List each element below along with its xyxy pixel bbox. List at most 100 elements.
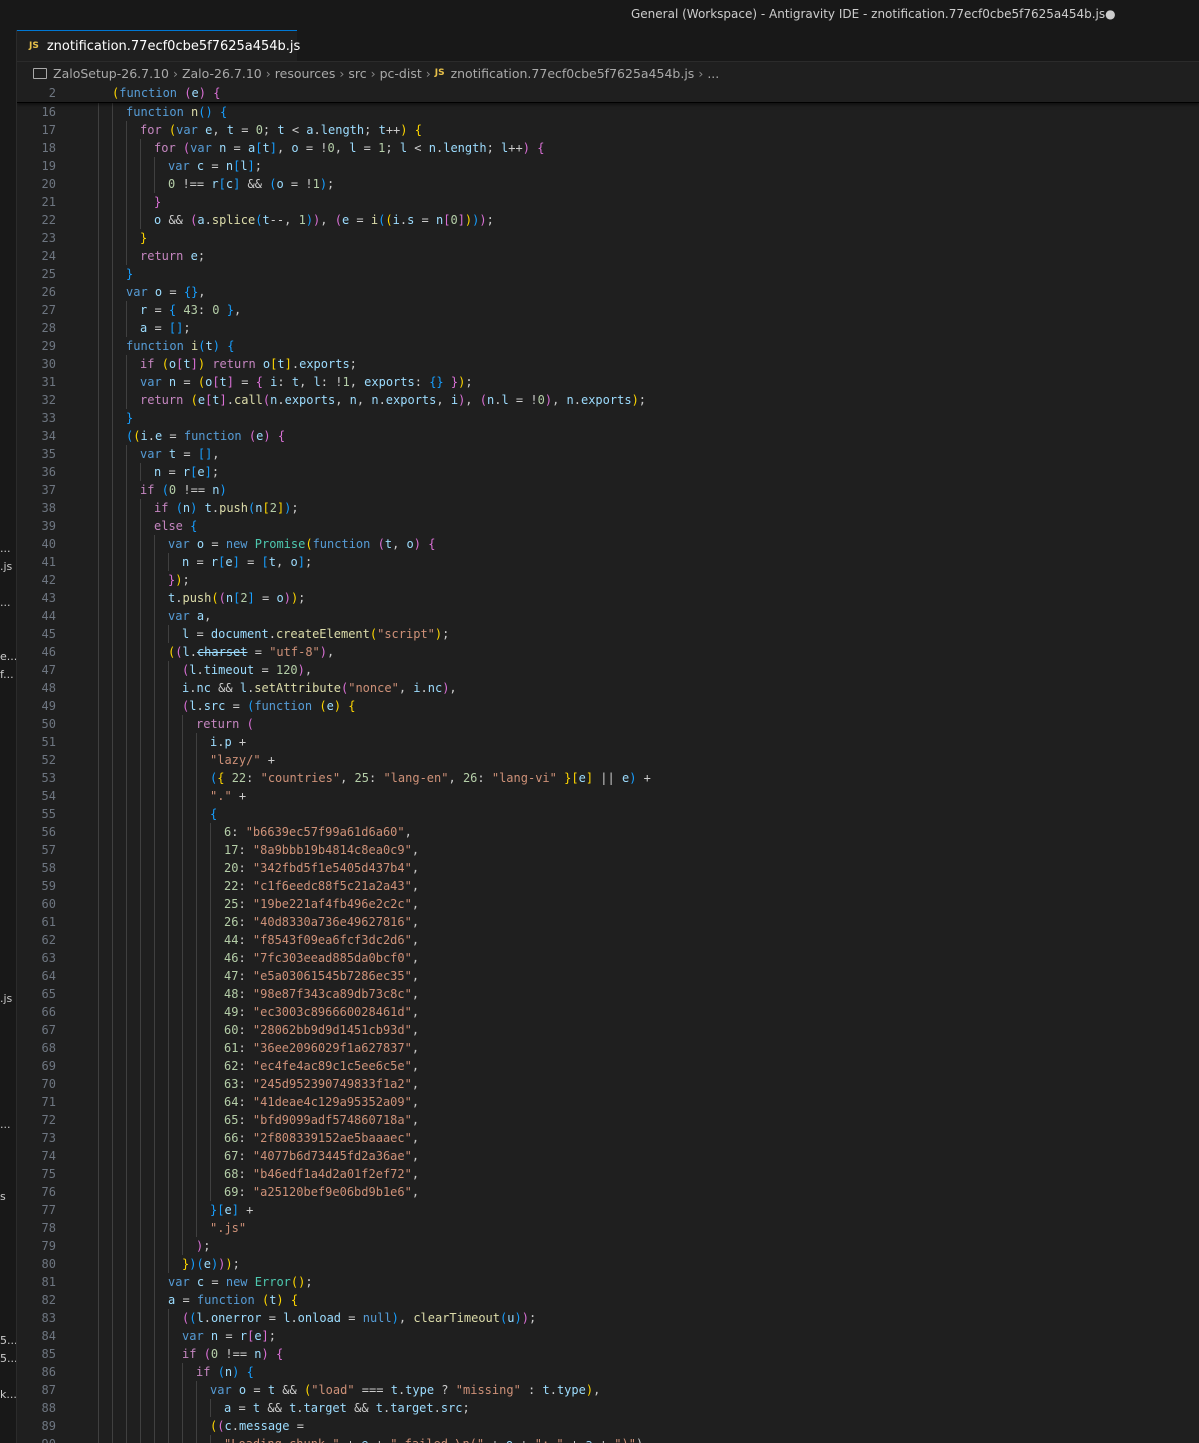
code-text[interactable]: 63: "245d952390749833f1a2", [224, 1075, 419, 1093]
line-number[interactable]: 34 [17, 427, 56, 445]
line-number[interactable]: 36 [17, 463, 56, 481]
sticky-scroll-header[interactable]: 2 (function (e) { [17, 84, 1199, 103]
line-number[interactable]: 17 [17, 121, 56, 139]
code-line[interactable]: 43 t.push((n[2] = o)); [17, 589, 1199, 607]
line-number[interactable]: 30 [17, 355, 56, 373]
code-text[interactable]: var n = r[e]; [182, 1327, 276, 1345]
code-text[interactable]: } [140, 229, 147, 247]
code-line[interactable]: 60 25: "19be221af4fb496e2c2c", [17, 895, 1199, 913]
line-number[interactable]: 48 [17, 679, 56, 697]
code-text[interactable]: } [126, 265, 133, 283]
code-text[interactable]: var c = n[l]; [168, 157, 262, 175]
code-text[interactable]: } [154, 193, 161, 211]
code-text[interactable]: 69: "a25120bef9e06bd9b1e6", [224, 1183, 419, 1201]
breadcrumb-item[interactable]: src [348, 66, 366, 81]
line-number[interactable]: 20 [17, 175, 56, 193]
code-line[interactable]: 40 var o = new Promise(function (t, o) { [17, 535, 1199, 553]
line-number[interactable]: 58 [17, 859, 56, 877]
code-line[interactable]: 82 a = function (t) { [17, 1291, 1199, 1309]
code-line[interactable]: 53 ({ 22: "countries", 25: "lang-en", 26:… [17, 769, 1199, 787]
line-number[interactable]: 26 [17, 283, 56, 301]
line-number[interactable]: 68 [17, 1039, 56, 1057]
code-text[interactable]: { [210, 805, 217, 823]
code-line[interactable]: 38 if (n) t.push(n[2]); [17, 499, 1199, 517]
line-number[interactable]: 18 [17, 139, 56, 157]
code-line[interactable]: 89 ((c.message = [17, 1417, 1199, 1435]
code-text[interactable]: if (0 !== n) [140, 481, 227, 499]
code-line[interactable]: 27 r = { 43: 0 }, [17, 301, 1199, 319]
code-line[interactable]: 76 69: "a25120bef9e06bd9b1e6", [17, 1183, 1199, 1201]
code-line[interactable]: 35 var t = [], [17, 445, 1199, 463]
code-text[interactable]: ".js" [210, 1219, 246, 1237]
code-line[interactable]: 22 o && (a.splice(t--, 1)), (e = i((i.s =… [17, 211, 1199, 229]
code-line[interactable]: 33} [17, 409, 1199, 427]
line-number[interactable]: 46 [17, 643, 56, 661]
code-text[interactable]: 66: "2f808339152ae5baaaec", [224, 1129, 419, 1147]
line-number[interactable]: 86 [17, 1363, 56, 1381]
code-lines[interactable]: 16 function n() {17 for (var e, t = 0; t <… [17, 103, 1199, 1443]
line-number[interactable]: 87 [17, 1381, 56, 1399]
code-line[interactable]: 49 (l.src = (function (e) { [17, 697, 1199, 715]
line-number[interactable]: 45 [17, 625, 56, 643]
line-number[interactable]: 70 [17, 1075, 56, 1093]
code-text[interactable]: var o = {}, [126, 283, 206, 301]
code-line[interactable]: 84 var n = r[e]; [17, 1327, 1199, 1345]
code-line[interactable]: 16 function n() { [17, 103, 1199, 121]
code-text[interactable]: var t = [], [140, 445, 220, 463]
line-number[interactable]: 56 [17, 823, 56, 841]
code-line[interactable]: 36 n = r[e]; [17, 463, 1199, 481]
line-number[interactable]: 75 [17, 1165, 56, 1183]
code-text[interactable]: "Loading chunk " + e + " failed.\n(" + o… [224, 1435, 643, 1443]
code-text[interactable]: 26: "40d8330a736e49627816", [224, 913, 419, 931]
line-number[interactable]: 69 [17, 1057, 56, 1075]
code-line[interactable]: 24 return e; [17, 247, 1199, 265]
code-line[interactable]: 66 49: "ec3003c896660028461d", [17, 1003, 1199, 1021]
line-number[interactable]: 85 [17, 1345, 56, 1363]
line-number[interactable]: 29 [17, 337, 56, 355]
code-text[interactable]: for (var e, t = 0; t < a.length; t++) { [140, 121, 422, 139]
line-number[interactable]: 24 [17, 247, 56, 265]
code-text[interactable]: if (0 !== n) { [182, 1345, 283, 1363]
line-number[interactable]: 83 [17, 1309, 56, 1327]
code-text[interactable]: 48: "98e87f343ca89db73c8c", [224, 985, 419, 1003]
line-number[interactable]: 31 [17, 373, 56, 391]
code-text[interactable]: var o = t && ("load" === t.type ? "missi… [210, 1381, 600, 1399]
breadcrumb-more[interactable]: ... [707, 66, 719, 81]
code-text[interactable]: (function (e) { [112, 84, 220, 102]
breadcrumb-item[interactable]: ZaloSetup-26.7.10 [53, 66, 169, 81]
code-line[interactable]: 75 68: "b46edf1a4d2a01f2ef72", [17, 1165, 1199, 1183]
code-text[interactable]: }[e] + [210, 1201, 253, 1219]
code-text[interactable]: ((l.onerror = l.onload = null), clearTim… [182, 1309, 536, 1327]
code-line[interactable]: 61 26: "40d8330a736e49627816", [17, 913, 1199, 931]
line-number[interactable]: 44 [17, 607, 56, 625]
code-text[interactable]: if (o[t]) return o[t].exports; [140, 355, 357, 373]
code-text[interactable]: } [126, 409, 133, 427]
line-number[interactable]: 27 [17, 301, 56, 319]
code-text[interactable]: 62: "ec4fe4ac89c1c5ee6c5e", [224, 1057, 419, 1075]
line-number[interactable]: 32 [17, 391, 56, 409]
code-text[interactable]: })(e))); [182, 1255, 240, 1273]
code-text[interactable]: 6: "b6639ec57f99a61d6a60", [224, 823, 412, 841]
code-line[interactable]: 42}); [17, 571, 1199, 589]
line-number[interactable]: 39 [17, 517, 56, 535]
code-text[interactable]: 22: "c1f6eedc88f5c21a2a43", [224, 877, 419, 895]
code-line[interactable]: 69 62: "ec4fe4ac89c1c5ee6c5e", [17, 1057, 1199, 1075]
line-number[interactable]: 33 [17, 409, 56, 427]
breadcrumb-item[interactable]: pc-dist [380, 66, 422, 81]
line-number[interactable]: 28 [17, 319, 56, 337]
line-number[interactable]: 60 [17, 895, 56, 913]
line-number[interactable]: 82 [17, 1291, 56, 1309]
line-number[interactable]: 67 [17, 1021, 56, 1039]
line-number[interactable]: 38 [17, 499, 56, 517]
line-number[interactable]: 2 [17, 84, 56, 102]
code-text[interactable]: ((c.message = [210, 1417, 304, 1435]
code-text[interactable]: ({ 22: "countries", 25: "lang-en", 26: "… [210, 769, 651, 787]
code-text[interactable]: 25: "19be221af4fb496e2c2c", [224, 895, 419, 913]
code-text[interactable]: else { [154, 517, 197, 535]
side-panel-edge[interactable]: ... .js... e... f... .js... s 5... 5... k... [0, 30, 17, 1443]
code-text[interactable]: }); [168, 571, 190, 589]
code-text[interactable]: 61: "36ee2096029f1a627837", [224, 1039, 419, 1057]
code-line[interactable]: 26 var o = {}, [17, 283, 1199, 301]
line-number[interactable]: 52 [17, 751, 56, 769]
code-line[interactable]: 83 ((l.onerror = l.onload = null), clearT… [17, 1309, 1199, 1327]
